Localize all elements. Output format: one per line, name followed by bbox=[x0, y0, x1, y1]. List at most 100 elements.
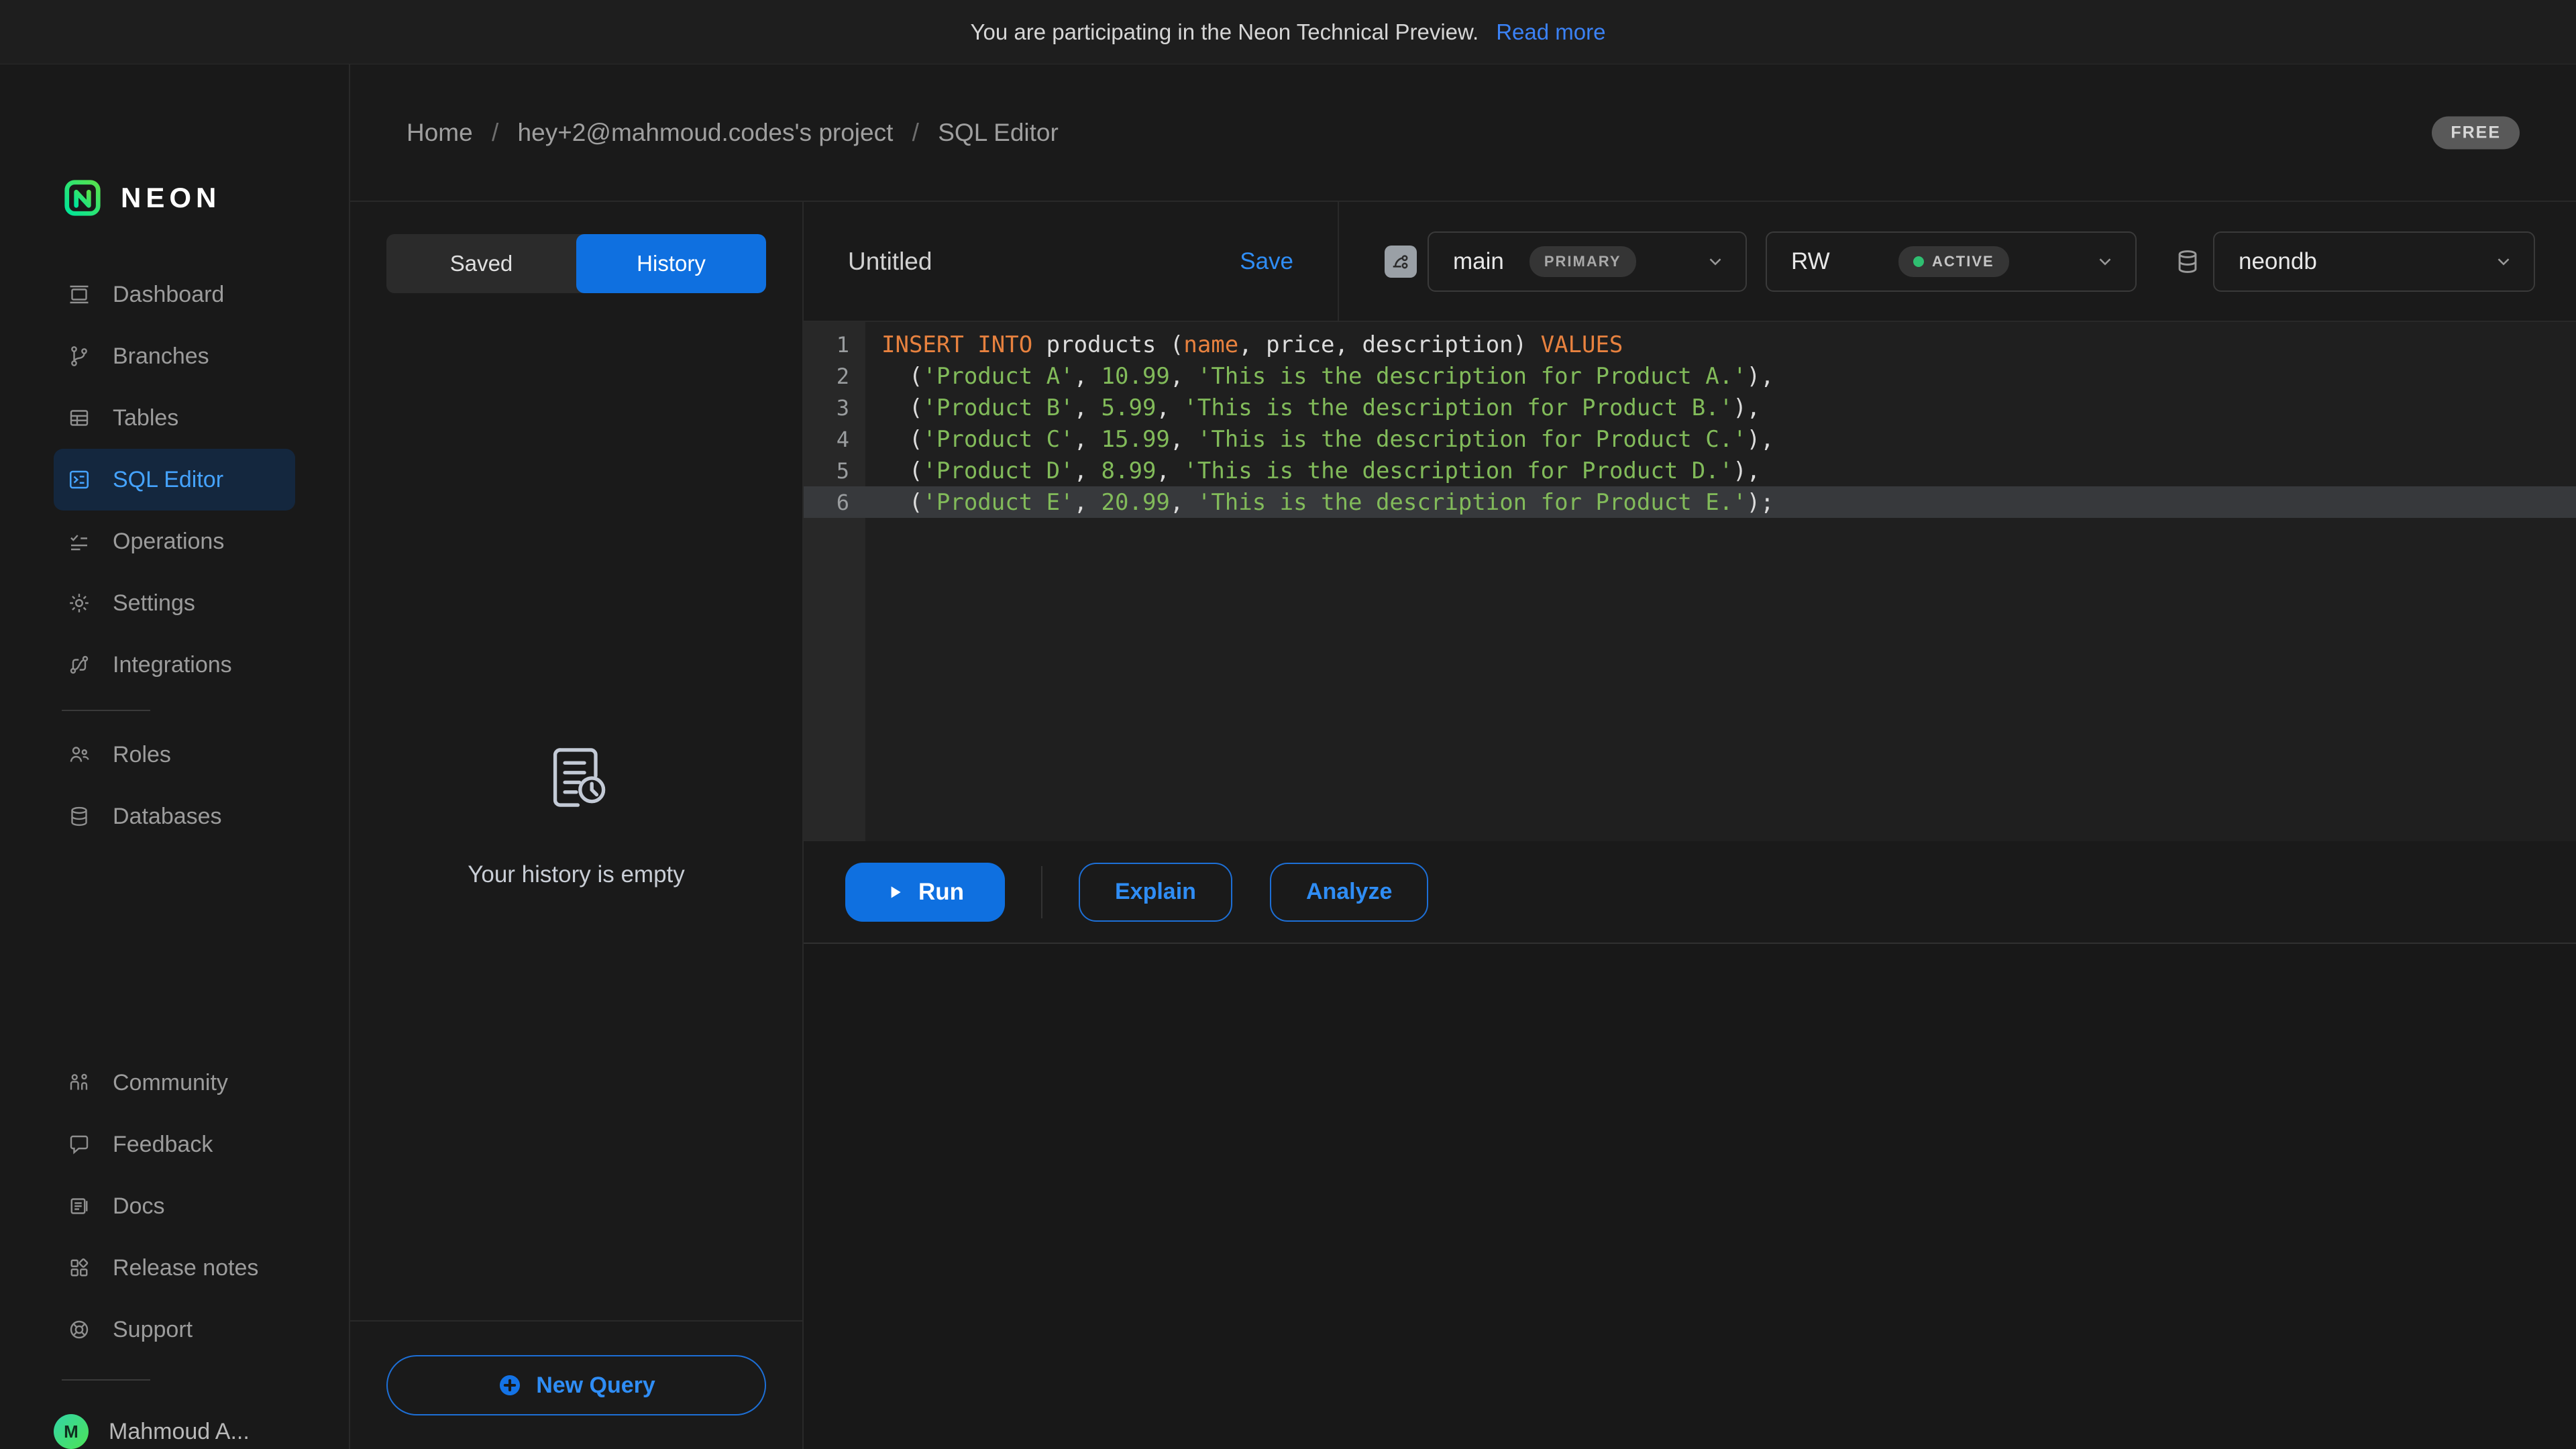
new-query-label: New Query bbox=[536, 1373, 655, 1399]
breadcrumb-project[interactable]: hey+2@mahmoud.codes's project bbox=[518, 119, 894, 146]
sidebar-item-roles[interactable]: Roles bbox=[54, 724, 295, 786]
chevron-down-icon bbox=[2095, 252, 2115, 272]
code-line: 2 ('Product A', 10.99, 'This is the desc… bbox=[804, 360, 2576, 392]
code-line: 3 ('Product B', 5.99, 'This is the descr… bbox=[804, 392, 2576, 423]
sidebar-item-community[interactable]: Community bbox=[54, 1052, 295, 1114]
sidebar-item-settings[interactable]: Settings bbox=[54, 572, 295, 634]
saved-history-tabs: Saved History bbox=[386, 234, 766, 293]
editor-header: Untitled Save main bbox=[804, 202, 2576, 322]
sidebar-item-release-notes[interactable]: Release notes bbox=[54, 1237, 295, 1299]
sidebar-item-operations[interactable]: Operations bbox=[54, 511, 295, 572]
sidebar-item-docs[interactable]: Docs bbox=[54, 1175, 295, 1237]
breadcrumb-bar: Home / hey+2@mahmoud.codes's project / S… bbox=[350, 64, 2576, 202]
endpoint-select[interactable]: RW ACTIVE bbox=[1766, 231, 2137, 292]
database-select-value: neondb bbox=[2239, 248, 2317, 275]
analyze-button[interactable]: Analyze bbox=[1270, 863, 1429, 922]
sidebar: NEON Dashboard Branches Tables bbox=[0, 64, 350, 1449]
sidebar-item-label: Branches bbox=[113, 343, 209, 370]
status-dot bbox=[1913, 256, 1924, 267]
docs-icon bbox=[67, 1194, 91, 1218]
history-empty-text: Your history is empty bbox=[350, 861, 802, 888]
sidebar-item-integrations[interactable]: Integrations bbox=[54, 634, 295, 696]
sidebar-item-label: Integrations bbox=[113, 652, 232, 678]
avatar: M bbox=[54, 1414, 89, 1449]
sidebar-item-label: Roles bbox=[113, 742, 171, 768]
sidebar-item-label: Databases bbox=[113, 804, 222, 830]
action-bar-divider bbox=[1041, 866, 1042, 918]
sidebar-item-label: Settings bbox=[113, 590, 195, 616]
sql-editor-icon bbox=[67, 468, 91, 492]
new-query-button[interactable]: New Query bbox=[386, 1355, 766, 1415]
breadcrumb-separator: / bbox=[492, 119, 498, 146]
endpoint-select-value: RW bbox=[1791, 248, 1830, 275]
plan-badge: FREE bbox=[2432, 116, 2520, 149]
user-name: Mahmoud A... bbox=[109, 1419, 250, 1445]
run-button[interactable]: Run bbox=[845, 863, 1005, 922]
sidebar-item-dashboard[interactable]: Dashboard bbox=[54, 264, 295, 325]
active-badge-label: ACTIVE bbox=[1932, 253, 1994, 270]
panel-divider bbox=[350, 1320, 802, 1322]
banner-text: You are participating in the Neon Techni… bbox=[971, 19, 1479, 45]
logo-wordmark: NEON bbox=[121, 182, 221, 214]
results-area bbox=[804, 944, 2576, 1449]
plus-circle-icon bbox=[497, 1373, 523, 1398]
sidebar-item-label: Release notes bbox=[113, 1255, 258, 1281]
sidebar-item-sql-editor[interactable]: SQL Editor bbox=[54, 449, 295, 511]
sidebar-item-label: Operations bbox=[113, 529, 224, 555]
database-icon bbox=[2173, 247, 2202, 276]
tables-icon bbox=[67, 406, 91, 430]
sidebar-divider bbox=[62, 1379, 150, 1381]
breadcrumb-separator: / bbox=[912, 119, 919, 146]
sidebar-item-feedback[interactable]: Feedback bbox=[54, 1114, 295, 1175]
chevron-down-icon bbox=[1705, 252, 1725, 272]
branch-icon-button[interactable] bbox=[1385, 246, 1417, 278]
dashboard-icon bbox=[67, 282, 91, 307]
sidebar-item-label: Docs bbox=[113, 1193, 164, 1220]
operations-icon bbox=[67, 529, 91, 553]
sidebar-item-label: Feedback bbox=[113, 1132, 213, 1158]
technical-preview-banner: You are participating in the Neon Techni… bbox=[0, 0, 2576, 64]
databases-icon bbox=[67, 804, 91, 828]
sidebar-item-label: Dashboard bbox=[113, 282, 224, 308]
history-empty-icon bbox=[537, 739, 615, 816]
integrations-icon bbox=[67, 653, 91, 677]
sidebar-item-support[interactable]: Support bbox=[54, 1299, 295, 1360]
sidebar-nav-main: Dashboard Branches Tables bbox=[0, 264, 349, 696]
code-line: 1INSERT INTO products (name, price, desc… bbox=[804, 329, 2576, 360]
database-select[interactable]: neondb bbox=[2213, 231, 2535, 292]
query-title[interactable]: Untitled bbox=[848, 248, 932, 276]
sidebar-item-label: SQL Editor bbox=[113, 467, 223, 493]
branch-select-value: main bbox=[1453, 248, 1504, 275]
sidebar-item-tables[interactable]: Tables bbox=[54, 387, 295, 449]
history-panel: Saved History Your history is empty bbox=[350, 202, 804, 1449]
breadcrumb-home[interactable]: Home bbox=[407, 119, 473, 146]
sidebar-item-label: Support bbox=[113, 1317, 193, 1343]
breadcrumb-current: SQL Editor bbox=[938, 119, 1059, 146]
read-more-link[interactable]: Read more bbox=[1496, 19, 1605, 45]
sql-editor-panel: Untitled Save main bbox=[804, 202, 2576, 1449]
user-menu[interactable]: M Mahmoud A... bbox=[54, 1401, 322, 1449]
settings-gear-icon bbox=[67, 591, 91, 615]
editor-action-bar: Run Explain Analyze bbox=[804, 841, 2576, 944]
save-link[interactable]: Save bbox=[1240, 248, 1293, 275]
sidebar-item-branches[interactable]: Branches bbox=[54, 325, 295, 387]
sidebar-nav-help: Community Feedback Docs bbox=[0, 1052, 349, 1360]
explain-button[interactable]: Explain bbox=[1079, 863, 1232, 922]
tab-history[interactable]: History bbox=[576, 234, 766, 293]
community-icon bbox=[67, 1071, 91, 1095]
primary-badge: PRIMARY bbox=[1529, 246, 1636, 277]
history-empty-state: Your history is empty bbox=[350, 739, 802, 888]
branch-icon bbox=[1390, 251, 1411, 272]
code-line: 5 ('Product D', 8.99, 'This is the descr… bbox=[804, 455, 2576, 486]
sql-code-editor[interactable]: 1INSERT INTO products (name, price, desc… bbox=[804, 322, 2576, 841]
release-notes-icon bbox=[67, 1256, 91, 1280]
tab-saved[interactable]: Saved bbox=[386, 234, 576, 293]
neon-logo-icon bbox=[62, 177, 103, 219]
branch-select[interactable]: main PRIMARY bbox=[1428, 231, 1747, 292]
code-line: 4 ('Product C', 15.99, 'This is the desc… bbox=[804, 423, 2576, 455]
sidebar-item-databases[interactable]: Databases bbox=[54, 786, 295, 847]
sidebar-item-label: Community bbox=[113, 1070, 228, 1096]
neon-logo[interactable]: NEON bbox=[62, 177, 221, 219]
branches-icon bbox=[67, 344, 91, 368]
sidebar-divider bbox=[62, 710, 150, 711]
